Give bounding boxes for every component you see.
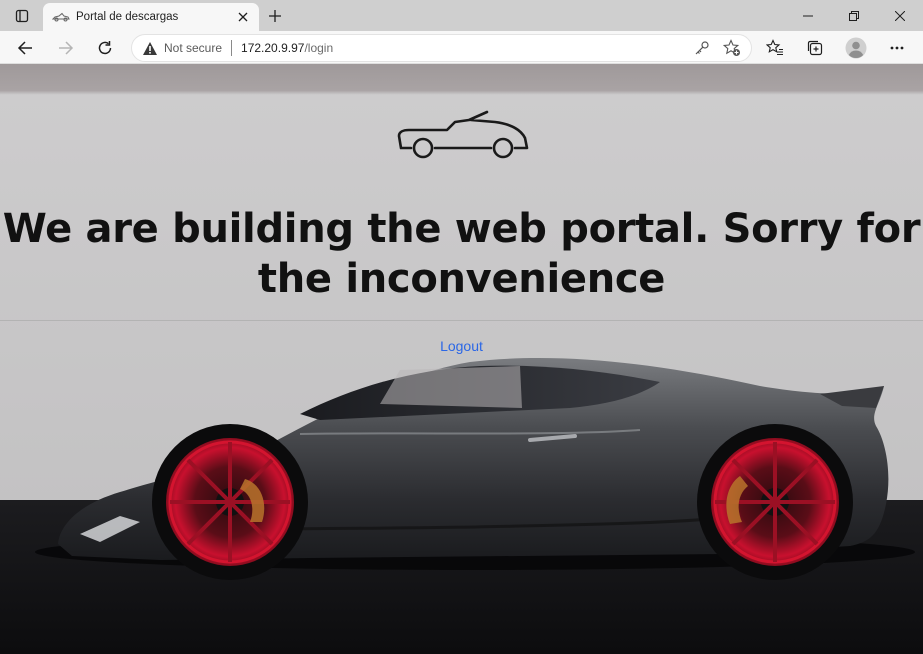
warning-icon[interactable] (142, 40, 158, 56)
more-options-icon (890, 46, 904, 50)
favorites-icon (766, 39, 783, 56)
tab-actions-icon (15, 9, 29, 23)
add-favorite-icon[interactable] (723, 39, 741, 57)
collections-button[interactable] (801, 34, 829, 62)
logout-link[interactable]: Logout (0, 338, 923, 354)
tab-strip: Portal de descargas (0, 0, 923, 31)
url-path: /login (304, 41, 334, 55)
address-bar[interactable]: Not secure 172.20.9.97/login (131, 34, 752, 62)
key-icon[interactable] (693, 39, 711, 57)
back-button[interactable] (11, 34, 39, 62)
active-tab[interactable]: Portal de descargas (43, 3, 259, 31)
browser-toolbar: Not secure 172.20.9.97/login (0, 31, 923, 64)
minimize-icon (803, 15, 813, 16)
address-separator (231, 40, 233, 56)
tab-title: Portal de descargas (76, 11, 179, 23)
page-content: We are building the web portal. Sorry fo… (0, 64, 923, 654)
new-tab-button[interactable] (263, 5, 287, 27)
content-divider (0, 320, 923, 321)
tab-actions-button[interactable] (8, 5, 36, 27)
reload-icon (98, 41, 112, 55)
page-viewport: We are building the web portal. Sorry fo… (0, 64, 923, 654)
avatar-icon (845, 37, 867, 59)
arrow-right-icon (59, 41, 74, 55)
close-window-button[interactable] (877, 0, 923, 31)
profile-button[interactable] (842, 34, 870, 62)
close-icon (895, 10, 905, 21)
collections-icon (807, 40, 823, 56)
convertible-car-logo-icon (397, 110, 529, 159)
restore-icon (849, 10, 859, 21)
reload-button[interactable] (91, 34, 119, 62)
favorites-button[interactable] (761, 34, 789, 62)
minimize-button[interactable] (785, 0, 831, 31)
url-text[interactable]: 172.20.9.97/login (241, 39, 333, 57)
page-headline: We are building the web portal. Sorry fo… (2, 206, 921, 302)
car-favicon-icon (52, 11, 70, 23)
restore-button[interactable] (831, 0, 877, 31)
security-status-label[interactable]: Not secure (164, 41, 222, 55)
tab-close-button[interactable] (232, 6, 254, 28)
forward-button[interactable] (52, 34, 80, 62)
url-host: 172.20.9.97 (241, 41, 305, 55)
plus-icon (269, 10, 281, 22)
settings-menu-button[interactable] (883, 34, 911, 62)
arrow-left-icon (17, 41, 32, 55)
close-icon (238, 12, 248, 22)
